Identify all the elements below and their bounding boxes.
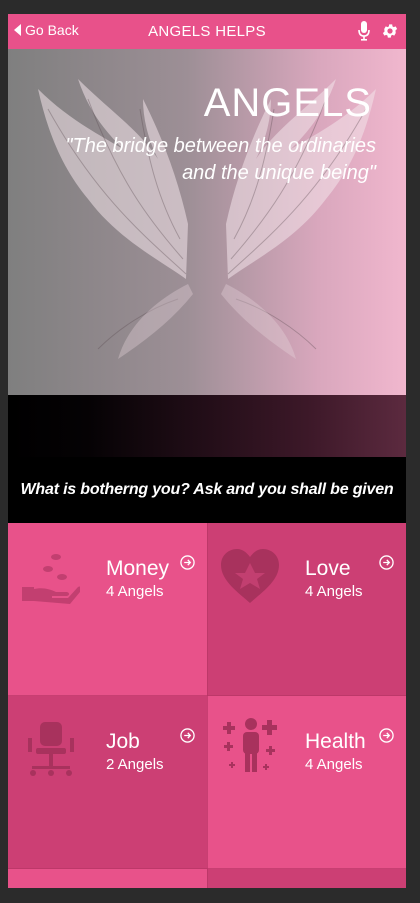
office-chair-icon <box>28 722 74 776</box>
category-count: 4 Angels <box>106 583 164 600</box>
category-tile-love[interactable]: Love 4 Angels <box>207 523 406 696</box>
gradient-strip <box>8 395 406 457</box>
heart-icon <box>221 549 279 603</box>
prompt-text: What is botherng you? Ask and you shall … <box>20 481 394 498</box>
category-tile-partial[interactable] <box>8 869 207 888</box>
money-hand-icon <box>22 554 80 604</box>
gear-icon[interactable] <box>381 22 399 40</box>
grid-divider <box>207 523 208 888</box>
top-bar: Go Back ANGELS HELPS <box>8 14 406 49</box>
app-frame: Go Back ANGELS HELPS ANGELS "The bridge … <box>8 14 406 888</box>
category-count: 2 Angels <box>106 756 164 773</box>
grid-divider <box>8 695 406 696</box>
category-tile-job[interactable]: Job 2 Angels <box>8 696 207 869</box>
hero-title: ANGELS <box>203 81 372 125</box>
category-name: Health <box>305 730 366 753</box>
category-count: 4 Angels <box>305 583 363 600</box>
grid-divider <box>8 868 406 869</box>
app-title: ANGELS HELPS <box>148 23 266 40</box>
hero-quote: "The bridge between the ordinaries and t… <box>65 135 376 184</box>
category-tile-money[interactable]: Money 4 Angels <box>8 523 207 696</box>
category-name: Love <box>305 557 351 580</box>
category-name: Money <box>106 557 170 580</box>
category-name: Job <box>106 730 140 753</box>
category-tile-health[interactable]: Health 4 Angels <box>207 696 406 869</box>
category-tile-partial[interactable] <box>207 869 406 888</box>
health-person-icon <box>223 718 277 772</box>
hero-banner: ANGELS "The bridge between the ordinarie… <box>8 49 406 395</box>
prompt-band: What is botherng you? Ask and you shall … <box>8 395 406 523</box>
arrow-circle-right-icon[interactable] <box>180 728 195 743</box>
mic-icon[interactable] <box>358 21 370 41</box>
arrow-circle-right-icon[interactable] <box>180 555 195 570</box>
arrow-circle-right-icon[interactable] <box>379 555 394 570</box>
arrow-circle-right-icon[interactable] <box>379 728 394 743</box>
category-grid: Money 4 Angels Love 4 Angels Job 2 Angel… <box>8 523 406 888</box>
category-count: 4 Angels <box>305 756 363 773</box>
